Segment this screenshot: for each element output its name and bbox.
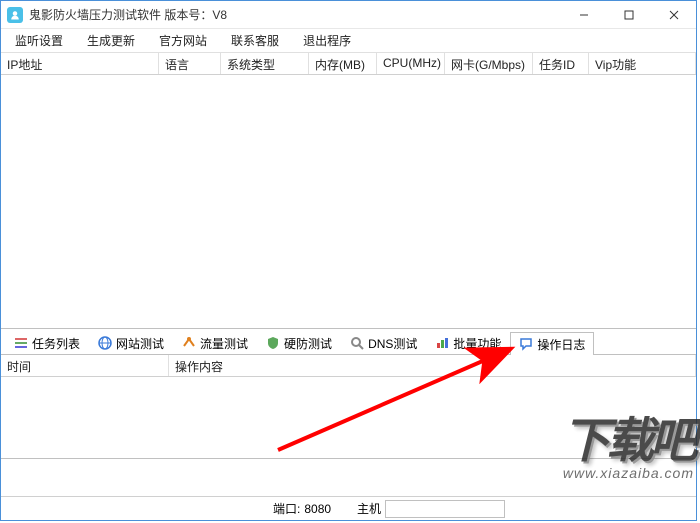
tab-label: 任务列表 [32,335,80,352]
menu-contact-support[interactable]: 联系客服 [221,29,289,52]
tab-task-list[interactable]: 任务列表 [5,331,89,354]
search-icon [350,336,364,350]
tab-hard-defense-test[interactable]: 硬防测试 [257,331,341,354]
tab-batch-function[interactable]: 批量功能 [426,331,510,354]
tabs-row: 任务列表 网站测试 流量测试 硬防测试 DNS测试 批量功能 操作日志 [1,329,696,355]
col-time[interactable]: 时间 [1,355,169,376]
hosts-grid: IP地址 语言 系统类型 内存(MB) CPU(MHz) 网卡(G/Mbps) … [1,53,696,329]
col-memory[interactable]: 内存(MB) [309,53,377,74]
title-bar: 鬼影防火墙压力测试软件 版本号：V8 [1,1,696,29]
col-nic[interactable]: 网卡(G/Mbps) [445,53,533,74]
log-grid-body[interactable] [1,377,696,458]
hosts-grid-header: IP地址 语言 系统类型 内存(MB) CPU(MHz) 网卡(G/Mbps) … [1,53,696,75]
globe-icon [98,336,112,350]
tab-label: 硬防测试 [284,335,332,352]
log-grid: 时间 操作内容 [1,355,696,459]
tab-website-test[interactable]: 网站测试 [89,331,173,354]
col-language[interactable]: 语言 [159,53,221,74]
col-action[interactable]: 操作内容 [169,355,696,376]
host-label: 主机 [357,500,381,517]
col-os[interactable]: 系统类型 [221,53,309,74]
tab-dns-test[interactable]: DNS测试 [341,331,426,354]
tab-operation-log[interactable]: 操作日志 [510,332,594,355]
app-icon [7,7,23,23]
tab-label: 网站测试 [116,335,164,352]
col-ip[interactable]: IP地址 [1,53,159,74]
shield-icon [266,336,280,350]
menu-listen-settings[interactable]: 监听设置 [5,29,73,52]
col-cpu[interactable]: CPU(MHz) [377,53,445,74]
port-label: 端口: [273,500,300,517]
tab-label: 批量功能 [453,335,501,352]
window-controls [561,1,696,29]
window-title: 鬼影防火墙压力测试软件 版本号：V8 [29,6,561,23]
col-vip[interactable]: Vip功能 [589,53,696,74]
hosts-grid-body[interactable] [1,75,696,328]
minimize-button[interactable] [561,1,606,29]
flow-icon [182,336,196,350]
maximize-button[interactable] [606,1,651,29]
menu-exit[interactable]: 退出程序 [293,29,361,52]
close-button[interactable] [651,1,696,29]
tab-label: 流量测试 [200,335,248,352]
host-field[interactable] [385,500,505,518]
bars-icon [435,336,449,350]
port-value: 8080 [304,502,331,516]
speech-icon [519,337,533,351]
menu-bar: 监听设置 生成更新 官方网站 联系客服 退出程序 [1,29,696,53]
col-taskid[interactable]: 任务ID [533,53,589,74]
list-icon [14,336,28,350]
menu-official-site[interactable]: 官方网站 [149,29,217,52]
tab-label: 操作日志 [537,336,585,353]
tab-label: DNS测试 [368,335,417,352]
menu-generate-update[interactable]: 生成更新 [77,29,145,52]
log-grid-header: 时间 操作内容 [1,355,696,377]
tab-traffic-test[interactable]: 流量测试 [173,331,257,354]
footer-area: 端口: 8080 主机 [1,459,696,520]
status-bar: 端口: 8080 主机 [1,496,696,520]
